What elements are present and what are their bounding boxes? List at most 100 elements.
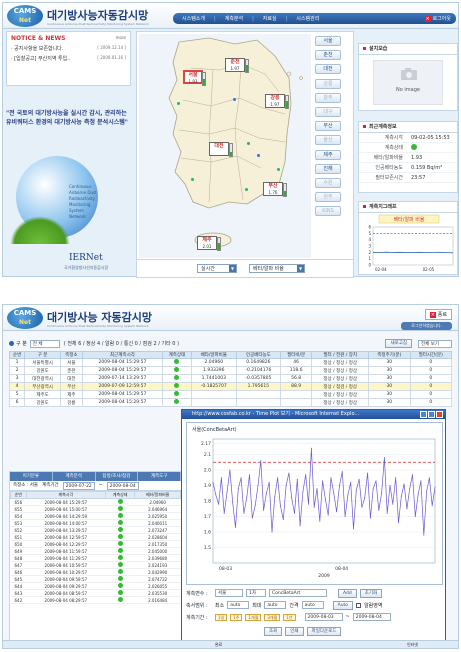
table-cell: 부산	[59, 382, 83, 391]
tab-item[interactable]: 계측도구	[138, 472, 181, 481]
period-chip-1day[interactable]: 1일	[215, 613, 228, 621]
tab-item[interactable]: 계측분석	[53, 472, 96, 481]
region-button[interactable]: KINS	[315, 206, 341, 217]
close-window-button[interactable]	[436, 411, 443, 418]
notice-more-link[interactable]: more	[116, 35, 126, 40]
download-button[interactable]: 파일다운로드	[306, 626, 342, 636]
region-button[interactable]: 제주	[315, 149, 341, 160]
region-button[interactable]: 대구	[315, 107, 341, 117]
step-input[interactable]: auto	[301, 601, 324, 609]
alarm-checkbox[interactable]	[356, 602, 362, 608]
station-seoul[interactable]: 서울 1.93	[183, 70, 206, 86]
max-input[interactable]: auto	[264, 601, 287, 609]
table-row[interactable]: 1 서울특별시 서울 2009-08-04 15:29:57 2.04960 0.1649…	[8, 358, 452, 367]
region-button[interactable]: 대전	[315, 64, 341, 75]
list-row[interactable]: 645 2009-08-04 09:59:57 2.074722	[10, 575, 181, 583]
query-button[interactable]: 조회	[264, 626, 283, 636]
station-marker[interactable]	[191, 178, 194, 181]
table-row[interactable]: 2 강원도 춘천 2009-08-04 15:29:57 1.933396 -0.2104…	[8, 366, 452, 375]
region-button[interactable]: 원주	[315, 192, 341, 203]
popup-title: http://www.cosfab.co.kr - Time Plot 보기 -…	[192, 411, 360, 417]
region-button[interactable]: 수원	[315, 178, 341, 188]
region-button[interactable]: 광주	[315, 92, 341, 103]
list-row[interactable]: 651 2009-08-04 12:59:57 2.028604	[10, 533, 181, 541]
station-chuncheon[interactable]: 춘천 1.97	[225, 58, 249, 73]
list-row[interactable]: 643 2009-08-04 08:59:57 2.035530	[10, 589, 181, 597]
station-marker[interactable]	[247, 142, 250, 145]
cams-net-logo[interactable]: CAMS Net	[7, 307, 43, 329]
station-gangneung[interactable]: 강릉 1.97	[265, 94, 289, 109]
station-marker[interactable]	[177, 102, 180, 105]
auto-button[interactable]: Auto	[332, 600, 354, 610]
station-marker[interactable]	[233, 98, 236, 101]
list-row[interactable]: 656 2009-08-04 15:29:57 2.04960	[10, 498, 181, 506]
list-row[interactable]: 644 2009-08-04 09:29:57 2.026055	[10, 582, 181, 590]
status-ok-icon	[117, 590, 123, 595]
category-select[interactable]: 전 체	[29, 339, 60, 348]
iernet-logo[interactable]: IERNet	[69, 253, 103, 263]
nav-system-admin[interactable]: 시스템관리	[287, 15, 328, 22]
list-row[interactable]: 650 2009-08-04 12:29:57 2.017350	[10, 540, 181, 548]
add-button[interactable]: Add	[338, 588, 357, 598]
table-row[interactable]: 5 제주도 제주 2009-08-04 15:29:57 정상 / 정상 / 정상 30 0	[8, 390, 452, 399]
no-image-label: No image	[396, 87, 420, 93]
list-row[interactable]: 642 2009-08-04 08:29:57 2.016484	[10, 596, 181, 604]
refresh-button[interactable]: 새로고침	[385, 339, 412, 348]
list-row[interactable]: 655 2009-08-04 15:00:57 2.046964	[10, 505, 181, 513]
status-ok-icon	[117, 520, 123, 525]
region-button[interactable]: 진해	[315, 163, 341, 174]
region-button[interactable]: 춘천	[315, 50, 341, 61]
table-cell: 118.6	[279, 366, 313, 375]
station-marker[interactable]	[277, 168, 280, 171]
period-to-input[interactable]: 2009-08-04	[352, 613, 391, 621]
region-button[interactable]: 부산	[315, 121, 341, 132]
station-marker[interactable]	[245, 188, 248, 191]
period-chip-1year[interactable]: 1년	[283, 613, 296, 621]
list-row[interactable]: 646 2009-08-04 10:29:57 2.042990	[10, 568, 181, 576]
notice-item[interactable]: · 공지사항을 보존합니다. [ 2009.12.14 ]	[11, 45, 126, 52]
station-busan[interactable]: 부산 1.76	[263, 182, 287, 197]
maximize-button[interactable]	[428, 411, 435, 418]
region-button[interactable]: 서울	[315, 36, 341, 46]
station-daejeon[interactable]: 대전	[209, 142, 233, 157]
period-chip-3month[interactable]: 3개월	[264, 613, 281, 621]
axis-label: 축서범위 :	[186, 602, 208, 609]
min-input[interactable]: auto	[227, 601, 250, 609]
nav-analysis[interactable]: 계측분석	[216, 15, 252, 22]
level-select[interactable]: 1차	[246, 589, 266, 597]
metric-select[interactable]: 베타/알파 비율 ▼	[249, 264, 305, 273]
region-button[interactable]: 울산	[315, 135, 341, 146]
station-select[interactable]: 서울	[215, 589, 243, 597]
notice-item[interactable]: · [입찰공고] 부산지역 투입.. [ 2009.01.16 ]	[11, 55, 126, 62]
minimize-button[interactable]	[420, 411, 427, 418]
list-from-date[interactable]: 2009-07-22	[62, 481, 95, 490]
close-button[interactable]: × 종료	[424, 309, 452, 320]
list-to-date[interactable]: 2009-08-04	[106, 481, 139, 490]
station-jeju[interactable]: 제주 2.01	[197, 236, 221, 251]
period-chip-1week[interactable]: 1주	[230, 613, 243, 621]
table-row[interactable]: 3 대전광역시 대전 2009-07-14 13:29:57 1.7441003 -0.0…	[8, 374, 452, 383]
station-marker[interactable]	[257, 154, 260, 157]
mode-select[interactable]: 실시간 ▼	[197, 264, 237, 273]
period-from-input[interactable]: 2009-08-03	[304, 613, 343, 621]
region-button[interactable]: 강릉	[315, 78, 341, 89]
cams-net-logo[interactable]: CAMS Net	[7, 5, 43, 27]
list-row[interactable]: 649 2009-08-04 11:59:57 2.045000	[10, 547, 181, 555]
view-select[interactable]: 전체 보기	[418, 339, 452, 348]
table-row[interactable]: 6 강원도 강릉 2009-08-04 15:29:57 정상 / 정상 / 정상 30 0	[8, 398, 452, 407]
period-chip-1month[interactable]: 1개월	[245, 613, 262, 621]
status-left: 완료	[215, 642, 223, 647]
variable-select[interactable]: ConcBetaArt	[269, 589, 327, 597]
table-row[interactable]: 4 부산광역시 부산 2009-07-09 12:59:57 -0.1825707 1.7…	[8, 382, 452, 391]
list-cell: 655	[10, 505, 27, 513]
list-row[interactable]: 652 2009-08-04 13:29:57 2.073247	[10, 526, 181, 534]
list-row[interactable]: 654 2009-08-04 14:29:59 2.025950	[10, 512, 181, 520]
nav-archive[interactable]: 자료실	[254, 15, 286, 22]
list-row[interactable]: 648 2009-08-04 11:29:57 2.039680	[10, 554, 181, 562]
nav-system-intro[interactable]: 시스템소개	[173, 15, 214, 22]
reset-button[interactable]: 초기화	[359, 588, 383, 598]
print-button[interactable]: 인쇄	[285, 626, 304, 636]
list-row[interactable]: 647 2009-08-04 10:59:57 2.024193	[10, 561, 181, 569]
list-row[interactable]: 653 2009-08-04 14:00:57 2.040011	[10, 519, 181, 527]
logout-button[interactable]: × 로그아웃	[424, 15, 451, 22]
